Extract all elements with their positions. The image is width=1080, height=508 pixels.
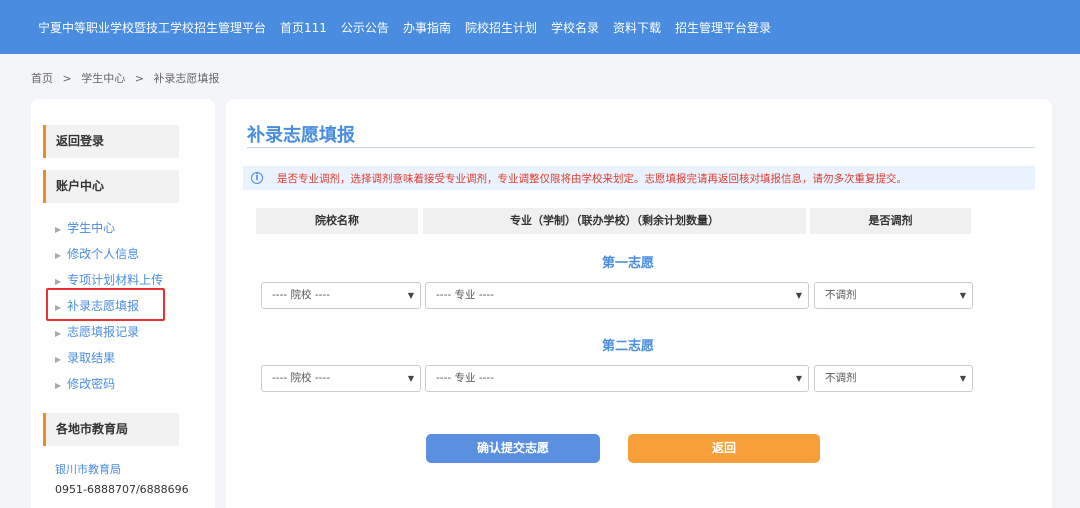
major-select-1[interactable]: ---- 专业 ---- ▼ (425, 282, 809, 309)
adjust-select-value: 不调剂 (825, 289, 857, 301)
triangle-right-icon: ▶ (55, 381, 62, 390)
bureau-name-link[interactable]: 银川市教育局 (55, 461, 121, 477)
header-school: 院校名称 (256, 208, 418, 234)
main-panel: 补录志愿填报 i 是否专业调剂，选择调剂意味着接受专业调剂，专业调整仅限将由学校… (226, 99, 1052, 508)
school-select-1[interactable]: ---- 院校 ---- ▼ (261, 282, 421, 309)
nav-item-school-directory[interactable]: 学校名录 (551, 19, 599, 36)
account-center-header: 账户中心 (43, 170, 179, 203)
sidebar-item-label: 修改个人信息 (67, 247, 140, 261)
sidebar-item-change-password[interactable]: ▶ 修改密码 (55, 375, 115, 392)
sidebar-item-application-records[interactable]: ▶ 志愿填报记录 (55, 323, 139, 340)
dropdown-arrow-icon: ▼ (795, 374, 802, 383)
dropdown-arrow-icon: ▼ (795, 291, 802, 300)
first-choice-label: 第一志愿 (601, 256, 654, 271)
school-select-value: ---- 院校 ---- (272, 289, 330, 301)
notice-bar: i 是否专业调剂，选择调剂意味着接受专业调剂，专业调整仅限将由学校来划定。志愿填… (243, 166, 1035, 190)
major-select-value: ---- 专业 ---- (436, 289, 494, 301)
header-adjust: 是否调剂 (810, 208, 971, 234)
triangle-right-icon: ▶ (55, 355, 62, 364)
sidebar-item-student-center[interactable]: ▶ 学生中心 (55, 219, 115, 236)
back-login-button[interactable]: 返回登录 (43, 125, 179, 158)
breadcrumb-current: 补录志愿填报 (153, 72, 220, 85)
dropdown-arrow-icon: ▼ (407, 291, 414, 300)
breadcrumb-separator: > (134, 72, 144, 85)
major-select-2[interactable]: ---- 专业 ---- ▼ (425, 365, 809, 392)
header-major: 专业（学制）（联办学校）（剩余计划数量） (423, 208, 806, 234)
site-title-link[interactable]: 宁夏中等职业学校暨技工学校招生管理平台 (38, 19, 266, 36)
breadcrumb-student-center[interactable]: 学生中心 (81, 72, 125, 85)
triangle-right-icon: ▶ (55, 277, 62, 286)
adjust-select-1[interactable]: 不调剂 ▼ (814, 282, 973, 309)
sidebar-item-special-plan-upload[interactable]: ▶ 专项计划材料上传 (55, 271, 163, 288)
nav-menu: 宁夏中等职业学校暨技工学校招生管理平台 首页111 公示公告 办事指南 院校招生… (38, 0, 785, 54)
sidebar-item-edit-profile[interactable]: ▶ 修改个人信息 (55, 245, 139, 262)
notice-text: 是否专业调剂，选择调剂意味着接受专业调剂，专业调整仅限将由学校来划定。志愿填报完… (277, 172, 907, 185)
bureau-phone: 0951-6888707/6888696 (55, 483, 189, 496)
triangle-right-icon: ▶ (55, 329, 62, 338)
school-select-value: ---- 院校 ---- (272, 372, 330, 384)
dropdown-arrow-icon: ▼ (407, 374, 414, 383)
second-choice-label: 第二志愿 (601, 339, 654, 354)
breadcrumb: 首页 > 学生中心 > 补录志愿填报 (31, 70, 225, 86)
edu-bureau-header: 各地市教育局 (43, 413, 179, 446)
sidebar-item-label: 录取结果 (67, 351, 116, 365)
sidebar-item-label: 学生中心 (67, 221, 116, 235)
breadcrumb-separator: > (62, 72, 72, 85)
nav-item-platform-login[interactable]: 招生管理平台登录 (675, 19, 771, 36)
nav-item-home[interactable]: 首页111 (280, 19, 327, 36)
dropdown-arrow-icon: ▼ (959, 374, 966, 383)
nav-item-guide[interactable]: 办事指南 (403, 19, 451, 36)
triangle-right-icon: ▶ (55, 251, 62, 260)
page-title: 补录志愿填报 (247, 125, 355, 146)
adjust-select-value: 不调剂 (825, 372, 857, 384)
adjust-select-2[interactable]: 不调剂 ▼ (814, 365, 973, 392)
info-icon: i (251, 172, 263, 184)
sidebar-item-admission-result[interactable]: ▶ 录取结果 (55, 349, 115, 366)
nav-item-announcements[interactable]: 公示公告 (341, 19, 389, 36)
top-navbar: 宁夏中等职业学校暨技工学校招生管理平台 首页111 公示公告 办事指南 院校招生… (0, 0, 1080, 54)
highlight-box (46, 288, 165, 321)
triangle-right-icon: ▶ (55, 225, 62, 234)
breadcrumb-home[interactable]: 首页 (31, 72, 53, 85)
back-button[interactable]: 返回 (628, 434, 820, 463)
title-divider (247, 147, 1035, 148)
sidebar-item-label: 专项计划材料上传 (67, 273, 164, 287)
major-select-value: ---- 专业 ---- (436, 372, 494, 384)
sidebar: 返回登录 账户中心 ▶ 学生中心 ▶ 修改个人信息 ▶ 专项计划材料上传 ▶ 补录志愿填… (31, 99, 215, 508)
nav-item-admission-plan[interactable]: 院校招生计划 (465, 19, 537, 36)
nav-item-downloads[interactable]: 资料下载 (613, 19, 661, 36)
school-select-2[interactable]: ---- 院校 ---- ▼ (261, 365, 421, 392)
sidebar-item-label: 修改密码 (67, 377, 116, 391)
submit-choices-button[interactable]: 确认提交志愿 (426, 434, 600, 463)
dropdown-arrow-icon: ▼ (959, 291, 966, 300)
sidebar-item-label: 志愿填报记录 (67, 325, 140, 339)
